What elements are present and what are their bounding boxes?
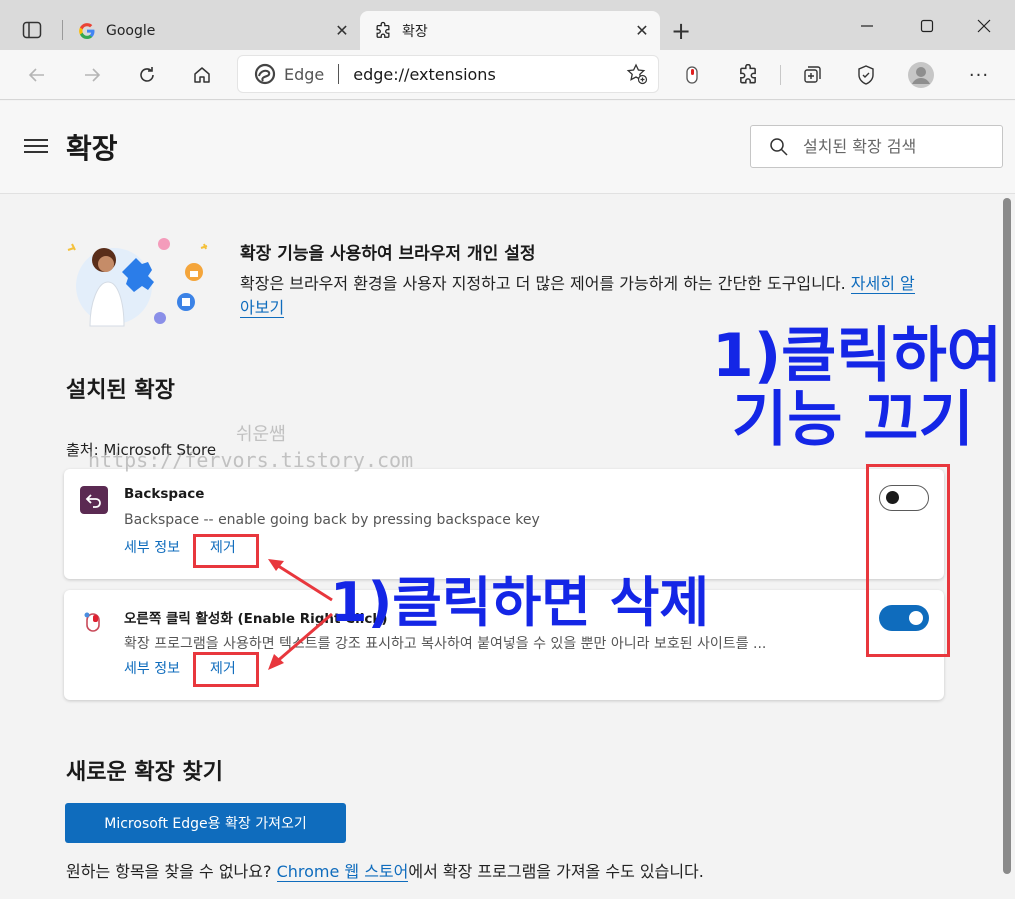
chrome-web-store-link[interactable]: Chrome 웹 스토어 — [276, 862, 409, 882]
watermark-author: 쉬운쌤 — [236, 424, 286, 445]
address-bar[interactable]: Edge edge://extensions — [237, 55, 659, 93]
get-extensions-button[interactable]: Microsoft Edge용 확장 가져오기 — [65, 803, 346, 843]
right-click-extension-icon — [80, 607, 108, 635]
close-icon[interactable]: ✕ — [328, 17, 356, 45]
backspace-extension-icon — [80, 486, 108, 514]
note-text-before: 원하는 항목을 찾을 수 없나요? — [66, 862, 277, 881]
extensions-icon[interactable] — [731, 58, 765, 92]
tab-title: 확장 — [402, 23, 428, 40]
minimize-icon[interactable] — [847, 10, 887, 42]
forward-arrow-icon[interactable] — [75, 58, 109, 92]
extensions-illustration — [67, 238, 208, 327]
site-name: Edge — [284, 64, 325, 84]
details-link[interactable]: 세부 정보 — [124, 537, 180, 557]
close-window-icon[interactable] — [964, 10, 1004, 42]
note-text-after: 에서 확장 프로그램을 가져올 수도 있습니다. — [408, 862, 704, 881]
search-box[interactable] — [750, 125, 1003, 168]
collections-icon[interactable] — [795, 58, 829, 92]
toggle-instruction-line2: 기능 끄기 — [732, 385, 974, 455]
browser-essentials-icon[interactable] — [849, 58, 883, 92]
tab-google[interactable]: Google ✕ — [64, 11, 360, 50]
tab-strip: Google ✕ 확장 ✕ + — [0, 0, 1015, 50]
chrome-store-note: 원하는 항목을 찾을 수 없나요? Chrome 웹 스토어에서 확장 프로그램… — [66, 858, 704, 882]
tab-actions-icon[interactable] — [14, 14, 50, 46]
toolbar: Edge edge://extensions ··· — [0, 50, 1015, 100]
extensions-icon — [374, 21, 392, 40]
installed-section-title: 설치된 확장 — [66, 378, 175, 403]
extension-name: Backspace — [124, 486, 205, 502]
extension-description: Backspace -- enable going back by pressi… — [124, 512, 540, 528]
page-title: 확장 — [66, 132, 118, 165]
url-text[interactable]: edge://extensions — [353, 65, 622, 84]
mouse-extension-icon[interactable] — [675, 58, 709, 92]
page-header: 확장 — [0, 101, 1015, 194]
watermark-url: https://fervors.tistory.com — [88, 448, 414, 472]
toolbar-divider — [780, 65, 781, 85]
remove-highlight-box — [193, 652, 259, 687]
edge-logo-icon — [254, 63, 276, 85]
new-tab-button[interactable]: + — [666, 16, 696, 46]
toggle-instruction-line1: 1)클릭하여 — [712, 321, 1002, 391]
add-favorite-icon[interactable] — [622, 59, 652, 89]
scrollbar[interactable] — [1003, 198, 1011, 874]
search-icon — [767, 135, 791, 159]
tab-title: Google — [106, 22, 156, 39]
remove-instruction: 1)클릭하면 삭제 — [330, 571, 710, 634]
menu-icon[interactable] — [24, 135, 48, 159]
google-icon — [78, 22, 96, 40]
search-input[interactable] — [803, 137, 993, 156]
extension-description: 확장 프로그램을 사용하면 텍스트를 강조 표시하고 복사하여 붙여넣을 수 있… — [124, 636, 767, 652]
remove-highlight-box — [193, 534, 259, 568]
profile-avatar[interactable] — [904, 58, 938, 92]
maximize-icon[interactable] — [907, 10, 947, 42]
home-icon[interactable] — [185, 58, 219, 92]
find-new-section-title: 새로운 확장 찾기 — [66, 760, 223, 785]
banner-description: 확장은 브라우저 환경을 사용자 지정하고 더 많은 제어를 가능하게 하는 간… — [240, 272, 920, 320]
more-options-icon[interactable]: ··· — [962, 58, 996, 92]
banner-description-text: 확장은 브라우저 환경을 사용자 지정하고 더 많은 제어를 가능하게 하는 간… — [240, 274, 846, 293]
address-divider — [338, 64, 340, 84]
toggle-highlight-box — [866, 464, 950, 657]
close-icon[interactable]: ✕ — [628, 17, 656, 45]
tab-separator — [62, 20, 63, 40]
banner-title: 확장 기능을 사용하여 브라우저 개인 설정 — [240, 244, 536, 264]
back-arrow-icon[interactable] — [20, 58, 54, 92]
details-link[interactable]: 세부 정보 — [124, 658, 180, 678]
tab-extensions[interactable]: 확장 ✕ — [360, 11, 660, 50]
refresh-icon[interactable] — [130, 58, 164, 92]
